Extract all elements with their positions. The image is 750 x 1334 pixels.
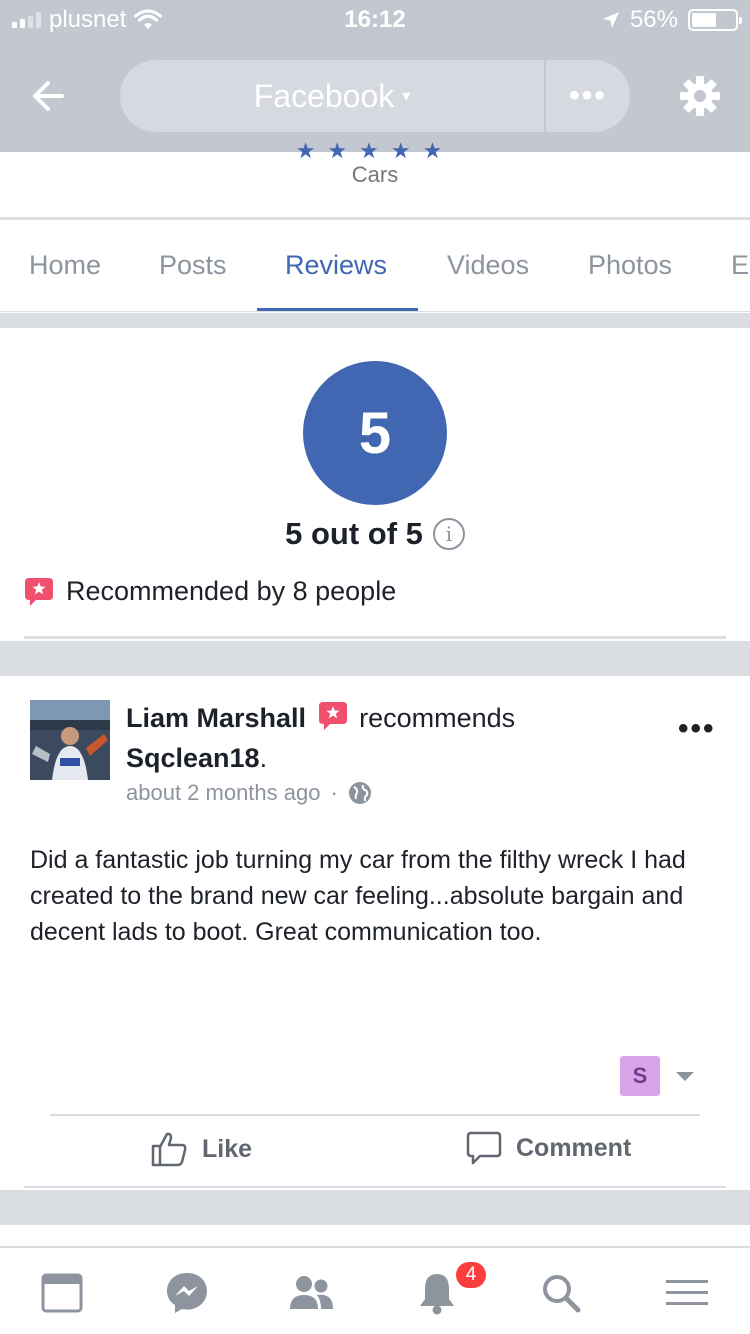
comment-label: Comment — [516, 1133, 632, 1162]
tab-search[interactable] — [536, 1268, 586, 1318]
divider — [24, 636, 726, 639]
messenger-icon — [167, 1273, 207, 1313]
nav-title: Facebook — [253, 77, 395, 114]
tab-news-feed[interactable] — [37, 1268, 87, 1318]
tab-photos[interactable]: Photos — [588, 250, 672, 281]
divider — [24, 1186, 726, 1188]
review-card: Liam Marshall recommends Sqclean18. abou… — [0, 676, 750, 1188]
nav-more-button[interactable]: ••• — [546, 60, 630, 132]
review-heading: Liam Marshall recommends Sqclean18. — [126, 700, 666, 776]
globe-icon — [348, 782, 371, 804]
recommendations-row[interactable]: Recommended by 8 people — [24, 576, 396, 607]
avatar[interactable] — [30, 700, 110, 780]
tab-reviews[interactable]: Reviews — [285, 250, 387, 281]
status-right: 56% — [602, 6, 742, 34]
tab-home[interactable]: Home — [29, 250, 101, 281]
bottom-tab-bar: 4 — [0, 1246, 750, 1334]
tab-posts[interactable]: Posts — [159, 250, 227, 281]
chevron-down-icon: ▾ — [402, 88, 411, 105]
page-tabs: Home Posts Reviews Videos Photos E — [0, 220, 750, 312]
info-icon[interactable]: i — [432, 518, 465, 550]
section-separator — [0, 313, 750, 328]
like-label: Like — [202, 1134, 253, 1163]
reviewed-page-name[interactable]: Sqclean18 — [126, 743, 260, 773]
page-category-header: ★★★★★ Cars — [0, 138, 750, 220]
back-arrow-icon — [33, 81, 64, 111]
reviewer-name[interactable]: Liam Marshall — [126, 703, 306, 733]
battery-percent: 56% — [629, 6, 678, 33]
settings-button[interactable] — [676, 72, 724, 120]
rating-summary: 5 5 out of 5 i Recommended by 8 people — [0, 328, 750, 640]
notifications-icon — [420, 1274, 454, 1315]
menu-icon — [666, 1280, 708, 1305]
commenter-avatar: S — [620, 1056, 660, 1096]
recommend-icon — [25, 577, 53, 606]
comment-icon — [466, 1131, 502, 1165]
review-timestamp[interactable]: about 2 months ago — [126, 780, 320, 806]
tab-events[interactable]: E — [731, 250, 749, 281]
review-text: Did a fantastic job turning my car from … — [30, 846, 686, 946]
tab-videos[interactable]: Videos — [447, 250, 529, 281]
section-separator — [0, 1190, 750, 1225]
reaction-selector[interactable]: S — [620, 1056, 694, 1096]
review-more-button[interactable]: ••• — [678, 712, 716, 746]
tab-friends[interactable] — [286, 1268, 336, 1318]
location-arrow-icon — [602, 12, 619, 28]
recommend-icon — [318, 701, 348, 740]
tab-menu[interactable] — [662, 1268, 712, 1318]
gear-icon — [680, 76, 720, 116]
comment-button[interactable]: Comment — [466, 1130, 631, 1166]
meta-separator: · — [330, 780, 338, 805]
recommended-text: Recommended by 8 people — [66, 576, 397, 606]
rating-circle: 5 — [303, 361, 447, 505]
notification-count-badge: 4 — [454, 1260, 488, 1290]
review-meta: about 2 months ago · — [126, 780, 372, 806]
rating-summary-row: 5 out of 5 i — [0, 516, 750, 552]
chevron-down-icon — [676, 1071, 694, 1081]
rating-summary-text: 5 out of 5 — [285, 516, 423, 551]
like-icon — [151, 1132, 187, 1167]
nav-bar: Facebook ▾ ••• — [0, 40, 750, 152]
divider — [50, 1114, 700, 1116]
star-rating-icon: ★★★★★ — [295, 138, 455, 163]
avatar-photo — [30, 700, 110, 780]
battery-icon — [688, 9, 742, 31]
nav-pill: Facebook ▾ ••• — [120, 60, 630, 132]
tab-messenger[interactable] — [162, 1268, 212, 1318]
facebook-title-button[interactable]: Facebook ▾ — [120, 60, 546, 132]
review-heading-punct: . — [259, 743, 268, 773]
active-tab-indicator — [257, 308, 418, 311]
friends-icon — [290, 1276, 333, 1309]
page-category: Cars — [351, 162, 399, 187]
like-button[interactable]: Like — [150, 1130, 252, 1168]
back-button[interactable] — [26, 72, 74, 120]
section-separator — [0, 641, 750, 676]
news-feed-icon — [41, 1273, 83, 1313]
status-bar: plusnet 16:12 56% — [0, 0, 750, 40]
review-verb: recommends — [359, 703, 516, 733]
search-icon — [543, 1275, 581, 1313]
